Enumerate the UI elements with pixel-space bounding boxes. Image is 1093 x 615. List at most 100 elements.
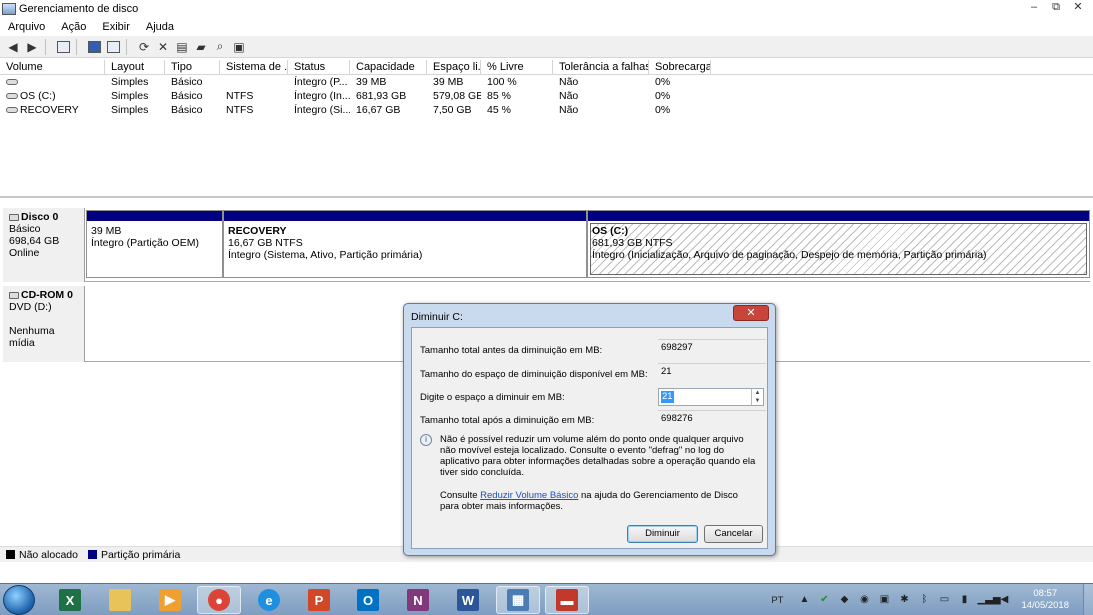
col-volume[interactable]: Volume bbox=[0, 60, 105, 75]
disk-0-row: Disco 0 Básico 698,64 GB Online 39 MB Ín… bbox=[3, 208, 1090, 282]
clock-date: 14/05/2018 bbox=[1021, 600, 1069, 611]
shrink-amount-label: Digite o espaço a diminuir em MB: bbox=[420, 392, 565, 403]
taskbar-internet-explorer[interactable]: e bbox=[247, 586, 291, 614]
word-icon: W bbox=[457, 589, 479, 611]
settings-icon[interactable]: ▣ bbox=[230, 38, 248, 56]
col-sobrecarga[interactable]: Sobrecarga bbox=[649, 60, 711, 75]
taskbar-excel[interactable]: X bbox=[48, 586, 92, 614]
taskbar-onenote[interactable]: N bbox=[396, 586, 440, 614]
help-icon[interactable] bbox=[85, 38, 103, 56]
explore-icon[interactable]: ⌕ bbox=[211, 38, 229, 56]
check-icon[interactable]: ✔ bbox=[817, 593, 831, 607]
clock[interactable]: 08:57 14/05/2018 bbox=[1021, 588, 1069, 612]
monitor-icon[interactable]: ▭ bbox=[937, 593, 951, 607]
table-row[interactable]: OS (C:) Simples Básico NTFS Íntegro (In.… bbox=[0, 89, 1093, 103]
taskbar-media-player[interactable]: ▶ bbox=[148, 586, 192, 614]
total-after-label: Tamanho total após a diminuição em MB: bbox=[420, 415, 595, 426]
sobrecarga-cell: 0% bbox=[655, 104, 671, 116]
col-tolerancia[interactable]: Tolerância a falhas bbox=[553, 60, 649, 75]
menu-exibir[interactable]: Exibir bbox=[94, 21, 138, 33]
delete-icon[interactable]: ✕ bbox=[154, 38, 172, 56]
capacidade-cell: 681,93 GB bbox=[356, 90, 407, 102]
col-espaco-livre[interactable]: Espaço li... bbox=[427, 60, 481, 75]
app-tray-icon[interactable]: ▣ bbox=[877, 593, 891, 607]
close-button[interactable]: ✕ bbox=[1067, 0, 1089, 16]
col-capacidade[interactable]: Capacidade bbox=[350, 60, 427, 75]
maximize-button[interactable]: ⧉ bbox=[1045, 0, 1067, 16]
capacidade-cell: 16,67 GB bbox=[356, 104, 401, 116]
table-row[interactable]: RECOVERY Simples Básico NTFS Íntegro (Si… bbox=[0, 103, 1093, 117]
partition-oem[interactable]: 39 MB Íntegro (Partição OEM) bbox=[86, 210, 223, 278]
spin-up-icon[interactable]: ▲ bbox=[752, 389, 763, 397]
menu-acao[interactable]: Ação bbox=[53, 21, 94, 33]
table-row[interactable]: Simples Básico Íntegro (P... 39 MB 39 MB… bbox=[0, 75, 1093, 89]
internet-explorer-icon: e bbox=[258, 589, 280, 611]
drive-icon bbox=[6, 107, 18, 114]
volume-list-header: Volume Layout Tipo Sistema de ... Status… bbox=[0, 60, 1093, 75]
status-cell: Íntegro (Si... bbox=[294, 104, 350, 116]
taskbar-word[interactable]: W bbox=[446, 586, 490, 614]
open-icon[interactable]: ▰ bbox=[192, 38, 210, 56]
taskbar-chrome[interactable]: ● bbox=[197, 586, 241, 614]
cancel-button[interactable]: Cancelar bbox=[704, 525, 763, 543]
outlook-icon: O bbox=[357, 589, 379, 611]
signal-icon[interactable]: ▁▃▅ bbox=[977, 593, 1000, 607]
livre-pct-cell: 45 % bbox=[487, 104, 511, 116]
partition-os-c[interactable]: OS (C:) 681,93 GB NTFS Íntegro (Iniciali… bbox=[587, 210, 1090, 278]
spin-down-icon[interactable]: ▼ bbox=[752, 397, 763, 405]
clock-time: 08:57 bbox=[1033, 588, 1058, 599]
security-icon[interactable]: ◆ bbox=[837, 593, 851, 607]
tray-arrow-icon[interactable]: ▲ bbox=[797, 593, 811, 607]
properties-icon[interactable]: ▤ bbox=[173, 38, 191, 56]
cdrom-0-name: CD-ROM 0 bbox=[9, 289, 78, 301]
taskbar-powerpoint[interactable]: P bbox=[297, 586, 341, 614]
taskbar-remote-desktop[interactable]: ▦ bbox=[496, 586, 540, 614]
refresh-icon[interactable]: ⟳ bbox=[135, 38, 153, 56]
disk-0-label[interactable]: Disco 0 Básico 698,64 GB Online bbox=[3, 208, 85, 282]
col-tipo[interactable]: Tipo bbox=[165, 60, 220, 75]
taskbar-file-explorer[interactable] bbox=[98, 586, 142, 614]
start-button[interactable] bbox=[3, 585, 35, 615]
bluetooth-icon[interactable]: ᛒ bbox=[917, 593, 931, 607]
taskbar-toolbox[interactable]: ▬ bbox=[545, 586, 589, 614]
spin-arrows[interactable]: ▲ ▼ bbox=[751, 389, 763, 405]
col-livre-pct[interactable]: % Livre bbox=[481, 60, 553, 75]
col-sistema[interactable]: Sistema de ... bbox=[220, 60, 288, 75]
col-layout[interactable]: Layout bbox=[105, 60, 165, 75]
power-icon[interactable]: ▮ bbox=[957, 593, 971, 607]
list-view-icon[interactable] bbox=[104, 38, 122, 56]
disk-0-type: Básico bbox=[9, 223, 41, 235]
show-desktop-button[interactable] bbox=[1083, 584, 1093, 615]
help-note: Consulte Reduzir Volume Básico na ajuda … bbox=[440, 490, 738, 512]
total-before-value: 698297 bbox=[658, 339, 766, 358]
partition-recovery[interactable]: RECOVERY 16,67 GB NTFS Íntegro (Sistema,… bbox=[223, 210, 587, 278]
volume-cell bbox=[0, 75, 105, 89]
volume-icon[interactable]: ◀ bbox=[997, 593, 1011, 607]
shrink-button[interactable]: Diminuir bbox=[627, 525, 698, 543]
minimize-button[interactable]: – bbox=[1023, 0, 1045, 16]
folder-icon bbox=[109, 589, 131, 611]
shrink-amount-value[interactable]: 21 bbox=[661, 391, 674, 403]
shrink-amount-input[interactable]: 21 ▲ ▼ bbox=[658, 388, 764, 406]
info-icon: i bbox=[420, 434, 432, 446]
settings-icon[interactable]: ✱ bbox=[897, 593, 911, 607]
back-icon[interactable]: ◀ bbox=[4, 38, 22, 56]
volume-cell: RECOVERY bbox=[0, 103, 105, 117]
dialog-close-button[interactable]: ✕ bbox=[733, 305, 769, 321]
cdrom-0-label[interactable]: CD-ROM 0 DVD (D:) Nenhuma mídia bbox=[3, 286, 85, 362]
forward-icon[interactable]: ▶ bbox=[23, 38, 41, 56]
system-tray: PT ▲ ✔ ◆ ◉ ▣ ✱ ᛒ ▭ ▮ ▁▃▅ ◀ 08:57 14/05/2… bbox=[771, 584, 1093, 615]
sistema-cell bbox=[220, 75, 288, 89]
tipo-cell: Básico bbox=[171, 104, 203, 116]
taskbar-outlook[interactable]: O bbox=[346, 586, 390, 614]
window-title: Gerenciamento de disco bbox=[19, 3, 139, 15]
network-icon[interactable]: ◉ bbox=[857, 593, 871, 607]
col-status[interactable]: Status bbox=[288, 60, 350, 75]
language-indicator[interactable]: PT bbox=[771, 595, 783, 606]
menu-ajuda[interactable]: Ajuda bbox=[138, 21, 182, 33]
total-after-value: 698276 bbox=[658, 410, 766, 429]
window-controls: – ⧉ ✕ bbox=[1023, 0, 1089, 16]
menu-arquivo[interactable]: Arquivo bbox=[0, 21, 53, 33]
help-link[interactable]: Reduzir Volume Básico bbox=[480, 490, 578, 501]
console-tree-icon[interactable] bbox=[54, 38, 72, 56]
